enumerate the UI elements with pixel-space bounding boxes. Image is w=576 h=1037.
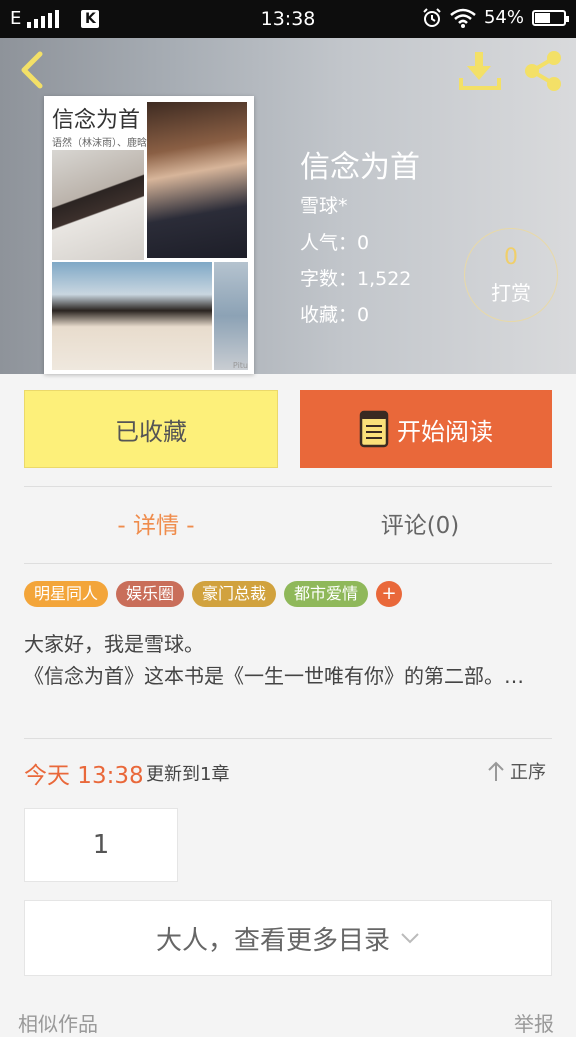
- cover-subtitle: 语然（林沫雨）、鹿晗: [52, 138, 147, 149]
- cover-photo-street: [52, 262, 212, 370]
- description-line: 《信念为首》这本书是《一生一世唯有你》的第二部。…: [24, 664, 524, 688]
- update-time: 今天 13:38: [24, 763, 144, 789]
- description-line: 大家好，我是雪球。: [24, 632, 204, 656]
- chevron-down-icon: [401, 933, 419, 944]
- cover-photo-boy: [147, 102, 247, 258]
- tag[interactable]: 娱乐圈: [116, 581, 185, 607]
- share-button[interactable]: [520, 50, 566, 92]
- back-arrow-icon: [21, 51, 43, 89]
- sort-order-toggle[interactable]: 正序: [486, 758, 546, 784]
- status-bar: E K 13:38 54%: [0, 0, 576, 38]
- wifi-icon: [450, 8, 476, 28]
- book-cover[interactable]: 信念为首 语然（林沫雨）、鹿晗 Pitu: [44, 96, 254, 374]
- reward-count: 0: [504, 245, 518, 270]
- battery-percent: 54%: [483, 7, 524, 28]
- cover-watermark: Pitu: [232, 361, 248, 370]
- alarm-icon: [423, 7, 441, 27]
- cover-title: 信念为首: [52, 108, 141, 133]
- tab-comments[interactable]: 评论(0): [288, 506, 552, 540]
- word-count-stat: 字数：1,522: [300, 268, 412, 290]
- book-description[interactable]: 大家好，我是雪球。 《信念为首》这本书是《一生一世唯有你》的第二部。…: [24, 628, 552, 692]
- start-reading-label: 开始阅读: [397, 417, 493, 446]
- start-reading-button[interactable]: 开始阅读: [300, 390, 552, 468]
- status-right: 54%: [422, 7, 569, 28]
- cover-photo-girl: [52, 150, 144, 260]
- tag[interactable]: 豪门总裁: [192, 581, 277, 607]
- reward-label: 打赏: [491, 281, 531, 305]
- book-header: 信念为首 语然（林沫雨）、鹿晗 Pitu 信念为首 雪球* 人气：0 字数：1,…: [0, 38, 576, 374]
- divider: [24, 563, 552, 564]
- add-tag-button[interactable]: +: [376, 581, 403, 607]
- download-button[interactable]: [458, 50, 502, 92]
- book-icon: [359, 410, 389, 448]
- tab-detail[interactable]: - 详情 -: [24, 506, 288, 540]
- tag[interactable]: 明星同人: [24, 581, 109, 607]
- sort-label: 正序: [510, 762, 546, 783]
- collected-label: 已收藏: [115, 417, 187, 446]
- reward-button[interactable]: 0 打赏: [464, 228, 558, 322]
- popularity-stat: 人气：0: [300, 232, 370, 254]
- battery-icon: [532, 9, 569, 26]
- divider: [24, 738, 552, 739]
- back-button[interactable]: [14, 48, 50, 92]
- more-catalog-button[interactable]: 大人，查看更多目录: [24, 900, 552, 976]
- book-author[interactable]: 雪球*: [300, 191, 348, 218]
- share-icon: [525, 51, 561, 91]
- download-icon: [459, 52, 501, 90]
- report-link[interactable]: 举报: [514, 1008, 554, 1037]
- collected-button[interactable]: 已收藏: [24, 390, 278, 468]
- favorites-stat: 收藏：0: [300, 304, 370, 326]
- book-title: 信念为首: [300, 150, 420, 185]
- cover-photo-side: [214, 262, 248, 370]
- tag[interactable]: 都市爱情: [284, 581, 369, 607]
- tag-list: 明星同人 娱乐圈 豪门总裁 都市爱情 +: [24, 581, 403, 607]
- chapter-item[interactable]: 1: [24, 808, 178, 882]
- arrow-up-icon: [488, 761, 504, 781]
- update-text: 更新到1章: [146, 764, 230, 785]
- divider: [24, 486, 552, 487]
- similar-works-heading: 相似作品: [18, 1012, 98, 1036]
- more-catalog-label: 大人，查看更多目录: [155, 925, 390, 956]
